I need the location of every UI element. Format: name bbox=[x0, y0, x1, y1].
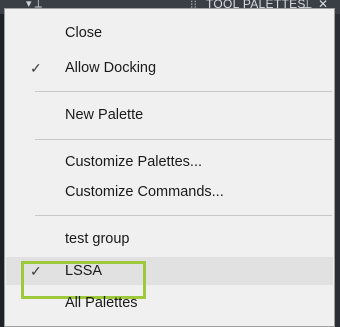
menu-item-test-group[interactable]: test group bbox=[6, 225, 333, 253]
menu-separator bbox=[35, 91, 332, 92]
menu-item-customize-palettes[interactable]: Customize Palettes... bbox=[6, 148, 333, 176]
context-menu: Close ✓ Allow Docking New Palette Custom… bbox=[4, 8, 335, 327]
menu-item-label: New Palette bbox=[65, 107, 144, 123]
menu-separator bbox=[35, 139, 332, 140]
menu-item-all-palettes[interactable]: All Palettes bbox=[6, 289, 333, 317]
menu-item-allow-docking[interactable]: ✓ Allow Docking bbox=[6, 54, 333, 82]
menu-item-label: Close bbox=[65, 25, 103, 41]
menu-item-label: Customize Palettes... bbox=[65, 154, 202, 170]
menu-item-label: Customize Commands... bbox=[65, 184, 224, 200]
menu-separator bbox=[35, 215, 332, 216]
menu-item-label: Allow Docking bbox=[65, 60, 157, 76]
menu-item-close[interactable]: Close bbox=[6, 19, 333, 47]
menu-item-customize-commands[interactable]: Customize Commands... bbox=[6, 178, 333, 206]
checkmark-icon: ✓ bbox=[30, 60, 42, 76]
menu-item-label: All Palettes bbox=[65, 295, 138, 311]
menu-item-label: test group bbox=[65, 231, 130, 247]
menu-item-new-palette[interactable]: New Palette bbox=[6, 101, 333, 129]
